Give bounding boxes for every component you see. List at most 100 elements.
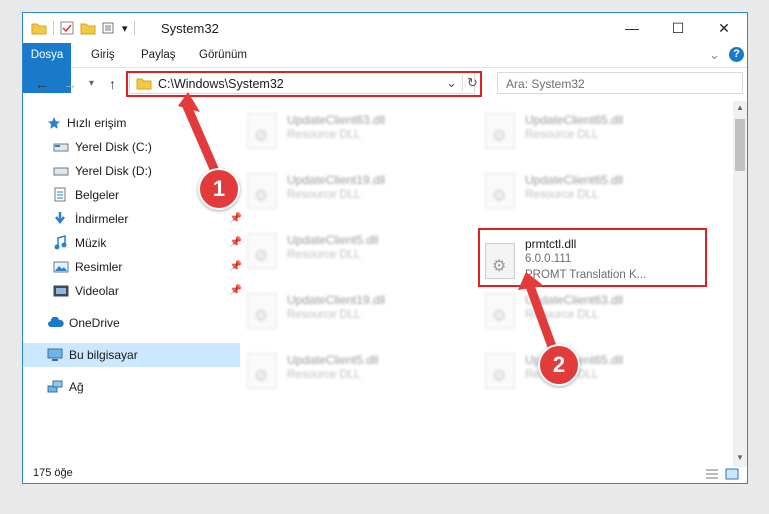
file-type: Resource DLL: [525, 129, 599, 141]
file-item[interactable]: ⚙ UpdateClient65.dll Resource DLL: [479, 107, 709, 157]
search-box[interactable]: Ara: System32: [497, 72, 743, 94]
sidebar-item-this-pc[interactable]: Bu bilgisayar: [23, 343, 240, 367]
tab-home[interactable]: Giriş: [81, 43, 125, 67]
tab-share[interactable]: Paylaş: [131, 43, 186, 67]
up-button[interactable]: ↑: [109, 76, 116, 92]
navigation-pane: Hızlı erişim Yerel Disk (C:) Yerel Disk …: [23, 105, 242, 465]
folder-icon[interactable]: [31, 21, 47, 35]
sidebar-item-label: OneDrive: [69, 316, 120, 330]
gear-icon: ⚙: [254, 188, 269, 205]
scroll-up-icon[interactable]: ▲: [736, 103, 744, 112]
tiles-view-icon[interactable]: [725, 468, 739, 480]
rename-icon[interactable]: [102, 21, 118, 35]
close-button[interactable]: ✕: [701, 13, 747, 43]
music-icon: [54, 235, 67, 250]
separator: [53, 21, 54, 35]
file-type: Resource DLL: [287, 249, 361, 261]
dll-file-icon: ⚙: [485, 353, 515, 389]
drive-icon: [53, 167, 69, 176]
sidebar-item-label: Belgeler: [75, 188, 120, 202]
computer-icon: [47, 348, 63, 361]
sidebar-item-pictures[interactable]: Resimler 📌: [23, 255, 246, 279]
file-item[interactable]: ⚙ UpdateClient65.dll Resource DLL: [479, 347, 709, 397]
minimize-button[interactable]: —: [609, 13, 655, 43]
back-button[interactable]: ←: [35, 76, 49, 92]
file-name: UpdateClient19.dll: [287, 293, 386, 307]
scroll-down-icon[interactable]: ▼: [736, 453, 744, 462]
file-item[interactable]: ⚙ UpdateClient65.dll Resource DLL: [479, 167, 709, 217]
documents-icon: [54, 187, 66, 202]
file-name: UpdateClient5.dll: [287, 353, 379, 367]
file-item[interactable]: ⚙ UpdateClient19.dll Resource DLL: [241, 287, 471, 337]
new-folder-icon[interactable]: [80, 21, 96, 35]
file-type: Resource DLL: [525, 309, 599, 321]
gear-icon: ⚙: [254, 368, 269, 385]
file-item[interactable]: ⚙ UpdateClient5.dll Resource DLL: [241, 227, 471, 277]
download-icon: [55, 212, 65, 225]
maximize-button[interactable]: ☐: [655, 13, 701, 43]
gear-icon: ⚙: [254, 128, 269, 145]
address-bar-highlight: [126, 71, 482, 97]
details-view-icon[interactable]: [705, 468, 719, 480]
step-marker-2: 2: [538, 344, 580, 386]
file-type: Resource DLL: [287, 189, 361, 201]
dll-file-icon: ⚙: [247, 353, 277, 389]
file-name: UpdateClient63.dll: [287, 113, 386, 127]
dll-file-icon: ⚙: [485, 293, 515, 329]
cloud-icon: [48, 317, 64, 327]
file-highlight: [478, 228, 707, 287]
sidebar-item-videos[interactable]: Videolar 📌: [23, 279, 246, 303]
gear-icon: ⚙: [254, 308, 269, 325]
gear-icon: ⚙: [492, 368, 507, 385]
sidebar-item-label: Hızlı erişim: [67, 116, 127, 130]
scrollbar-thumb[interactable]: [735, 119, 745, 171]
gear-icon: ⚙: [254, 248, 269, 265]
dll-file-icon: ⚙: [485, 113, 515, 149]
sidebar-item-music[interactable]: Müzik 📌: [23, 231, 246, 255]
sidebar-item-drive-c[interactable]: Yerel Disk (C:): [23, 135, 246, 159]
dll-file-icon: ⚙: [247, 293, 277, 329]
status-bar: 175 öğe: [23, 465, 747, 483]
sidebar-item-downloads[interactable]: İndirmeler 📌: [23, 207, 246, 231]
file-type: Resource DLL: [525, 189, 599, 201]
search-placeholder[interactable]: Ara: System32: [506, 77, 585, 91]
vertical-scrollbar[interactable]: ▲ ▼: [733, 101, 747, 467]
sidebar-item-label: Yerel Disk (C:): [75, 140, 152, 154]
gear-icon: ⚙: [492, 188, 507, 205]
ribbon-tabs: Dosya Giriş Paylaş Görünüm ⌄ ?: [23, 43, 747, 93]
sidebar-item-network[interactable]: Ağ: [23, 375, 240, 399]
file-name: UpdateClient63.dll: [525, 293, 624, 307]
quick-access-dropdown[interactable]: ▾: [122, 22, 128, 35]
properties-icon[interactable]: [60, 21, 74, 35]
file-type: Resource DLL: [287, 309, 361, 321]
pictures-icon: [53, 261, 69, 273]
sidebar-item-quick-access[interactable]: Hızlı erişim: [23, 111, 240, 135]
sidebar-item-label: İndirmeler: [75, 212, 129, 226]
forward-button[interactable]: →: [63, 76, 77, 92]
sidebar-item-label: Videolar: [75, 284, 119, 298]
dll-file-icon: ⚙: [247, 113, 277, 149]
videos-icon: [53, 285, 69, 297]
sidebar-item-label: Yerel Disk (D:): [75, 164, 152, 178]
gear-icon: ⚙: [492, 128, 507, 145]
file-item[interactable]: ⚙ UpdateClient63.dll Resource DLL: [241, 107, 471, 157]
file-type: Resource DLL: [287, 369, 361, 381]
file-item[interactable]: ⚙ UpdateClient63.dll Resource DLL: [479, 287, 709, 337]
network-icon: [47, 380, 63, 393]
star-icon: [48, 117, 60, 129]
sidebar-item-onedrive[interactable]: OneDrive: [23, 311, 240, 335]
tab-view[interactable]: Görünüm: [189, 43, 257, 67]
dll-file-icon: ⚙: [485, 173, 515, 209]
window-title: System32: [161, 21, 219, 36]
file-item[interactable]: ⚙ UpdateClient5.dll Resource DLL: [241, 347, 471, 397]
recent-locations-button[interactable]: ▾: [89, 78, 94, 89]
sidebar-item-label: Müzik: [75, 236, 107, 250]
expand-ribbon-icon[interactable]: ⌄: [709, 47, 720, 63]
title-bar: ▾ System32 — ☐ ✕: [23, 13, 747, 43]
file-name: UpdateClient19.dll: [287, 173, 386, 187]
sidebar-item-label: Bu bilgisayar: [69, 348, 138, 362]
step-marker-1: 1: [198, 168, 240, 210]
quick-access-toolbar: ▾: [31, 19, 141, 37]
file-item[interactable]: ⚙ UpdateClient19.dll Resource DLL: [241, 167, 471, 217]
help-icon[interactable]: ?: [729, 47, 744, 62]
